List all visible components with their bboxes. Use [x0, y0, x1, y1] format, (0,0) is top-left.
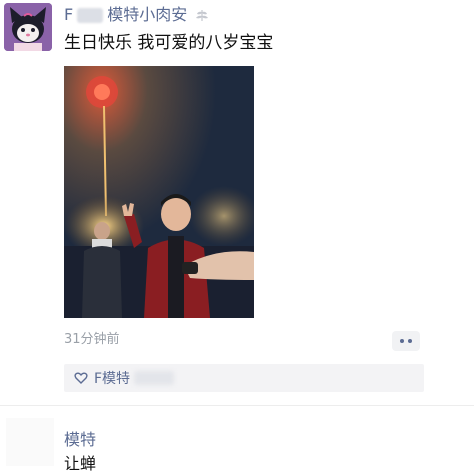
likes-panel: F模特 — [64, 364, 424, 392]
post-text: 生日快乐 我可爱的八岁宝宝 — [64, 33, 274, 53]
divider — [0, 405, 474, 406]
comment-text: 让蝉 — [64, 454, 97, 473]
comment-avatar[interactable] — [6, 418, 54, 466]
username[interactable]: 模特小肉安 — [107, 4, 187, 26]
heart-icon — [74, 372, 88, 384]
post-timestamp: 31分钟前 — [64, 332, 120, 347]
redacted-name — [77, 7, 104, 23]
redacted-likes — [134, 371, 175, 385]
more-dots-icon — [408, 339, 412, 343]
username-prefix[interactable]: F — [64, 4, 73, 26]
fireworks-photo-image — [64, 66, 254, 318]
cartoon-character-avatar-image — [4, 3, 52, 51]
comment-author[interactable]: 模特 — [64, 429, 96, 451]
username-row[interactable]: F 模特小肉安 — [64, 4, 211, 26]
author-avatar[interactable] — [4, 3, 52, 51]
more-dots-icon — [400, 339, 404, 343]
wheat-badge-icon — [196, 10, 209, 21]
more-button[interactable] — [392, 331, 420, 351]
post-photo[interactable] — [64, 66, 254, 318]
likes-user[interactable]: F模特 — [94, 368, 130, 388]
